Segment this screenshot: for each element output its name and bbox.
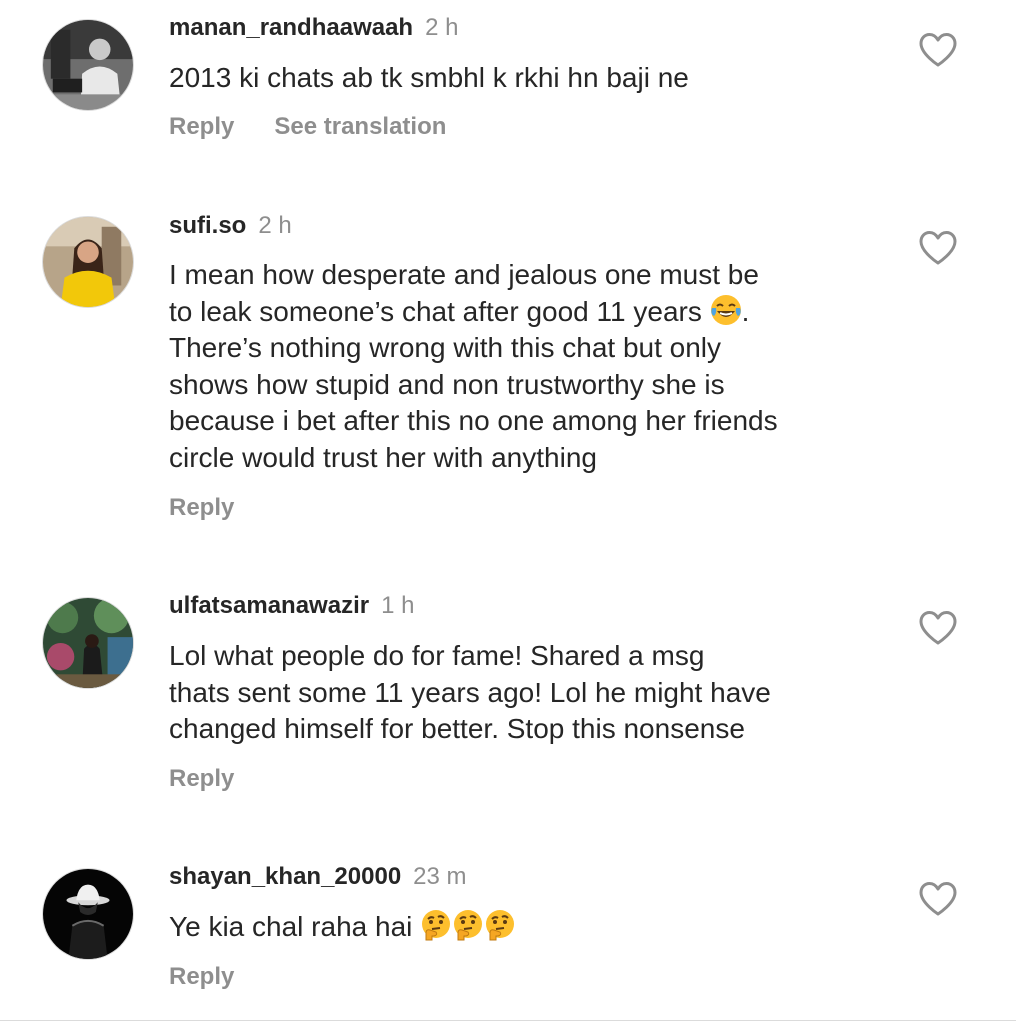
comment-text-segment: .: [741, 295, 750, 327]
comment-time: 23 m: [413, 863, 467, 890]
comment-text-line: Ye kia chal raha hai: [169, 909, 869, 946]
comment-text-line: 2013 ki chats ab tk smbhl k rkhi hn baji…: [169, 62, 689, 93]
comment-text-segment: Ye kia chal raha hai: [169, 911, 413, 942]
heart-outline-icon[interactable]: [918, 32, 958, 68]
user-avatar[interactable]: [42, 868, 134, 960]
reply-button[interactable]: Reply: [169, 963, 234, 990]
comment-text-line: I mean how desperate and jealous one mus…: [169, 259, 759, 290]
heart-outline-icon[interactable]: [918, 230, 958, 266]
comment-time: 2 h: [425, 14, 459, 41]
reply-button[interactable]: Reply: [169, 113, 234, 140]
comment-text-line: changed himself for better. Stop this no…: [169, 713, 745, 744]
comment-time: 1 h: [381, 592, 415, 619]
username-link[interactable]: shayan_khan_20000: [169, 863, 401, 890]
reply-button[interactable]: Reply: [169, 765, 234, 792]
thinking-face-icon: [420, 909, 452, 941]
comments-list: manan_randhaawaah 2 h 2013 ki chats ab tk…: [0, 0, 1016, 1024]
user-avatar[interactable]: [42, 19, 134, 111]
comment-text-line: thats sent some 11 years ago! Lol he mig…: [169, 676, 771, 708]
comment-text-line: Lol what people do for fame! Shared a ms…: [169, 640, 705, 671]
username-link[interactable]: sufi.so: [169, 212, 246, 239]
comment-text: 2013 ki chats ab tk smbhl k rkhi hn baji…: [169, 60, 869, 97]
username-link[interactable]: ulfatsamanawazir: [169, 592, 369, 619]
comment-text: I mean how desperate and jealous one mus…: [169, 257, 869, 476]
comment-text-line: to leak someone’s chat after good 11 yea…: [169, 294, 869, 331]
comment-text-line: circle would trust her with anything: [169, 441, 597, 473]
comment-text: Ye kia chal raha hai: [169, 909, 869, 946]
comment-text-line: There’s nothing wrong with this chat but…: [169, 332, 722, 363]
heart-outline-icon[interactable]: [918, 610, 958, 646]
thinking-face-icon: [452, 909, 484, 941]
heart-outline-icon[interactable]: [918, 881, 958, 917]
comment-text-segment: to leak someone’s chat after good 11 yea…: [169, 295, 702, 327]
reply-button[interactable]: Reply: [169, 494, 234, 521]
divider: [0, 1020, 1016, 1021]
thinking-face-icon: [484, 909, 516, 941]
comment-text: Lol what people do for fame! Shared a ms…: [169, 638, 869, 748]
username-link[interactable]: manan_randhaawaah: [169, 14, 413, 41]
see-translation-button[interactable]: See translation: [274, 113, 446, 140]
user-avatar[interactable]: [42, 597, 134, 689]
comment-text-line: because i bet after this no one among he…: [169, 405, 778, 436]
comment-text-line: shows how stupid and non trustworthy she…: [169, 368, 725, 400]
comment-time: 2 h: [258, 212, 292, 239]
user-avatar[interactable]: [42, 216, 134, 308]
face-with-tears-of-joy-icon: [710, 294, 742, 326]
